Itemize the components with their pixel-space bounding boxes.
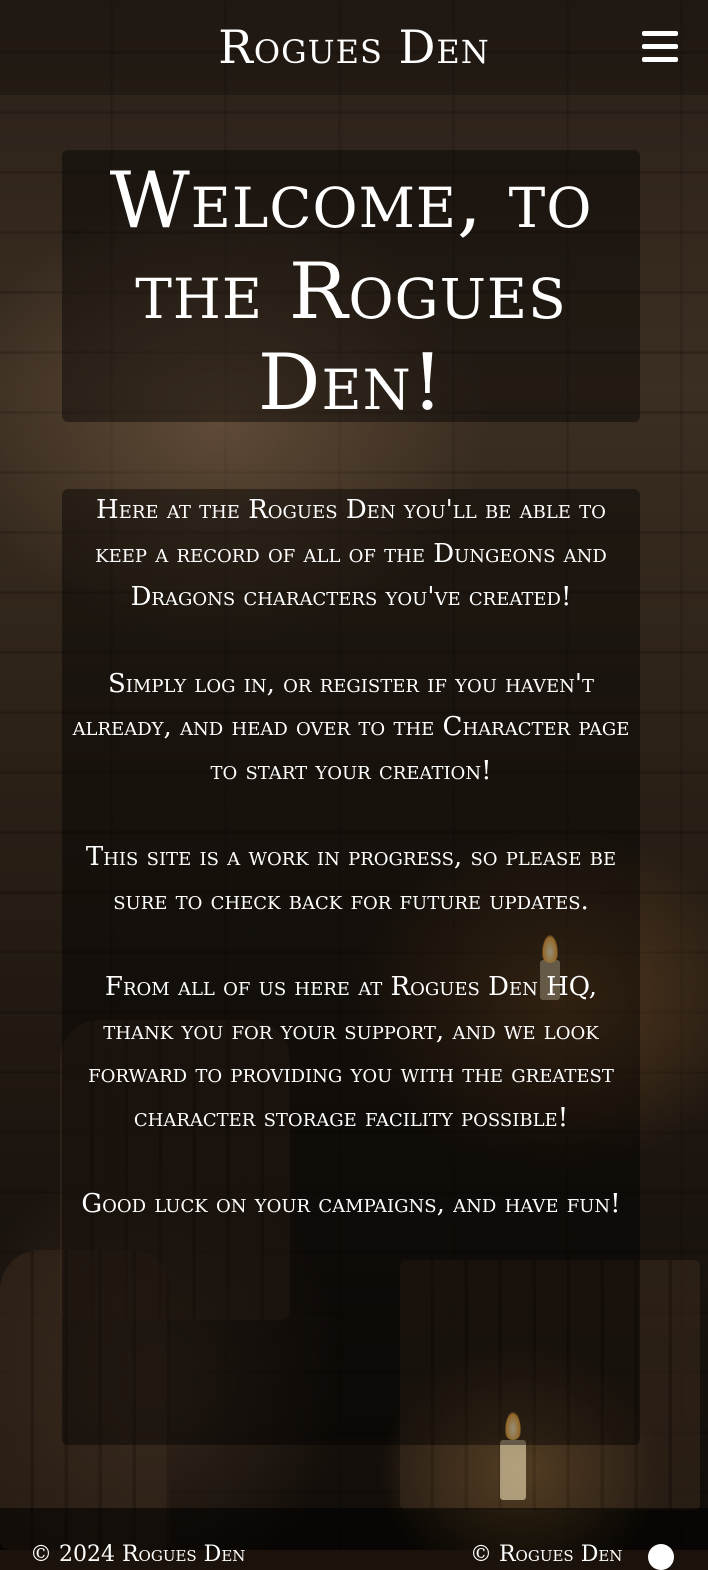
- paragraph-login: Simply log in, or register if you haven'…: [72, 668, 630, 786]
- brand-title[interactable]: Rogues Den: [0, 18, 708, 76]
- paragraph-progress: This site is a work in progress, so plea…: [85, 842, 617, 916]
- footer: © 2024 Rogues Den © Rogues Den: [0, 1508, 708, 1570]
- paragraph-goodluck: Good luck on your campaigns, and have fu…: [81, 1189, 621, 1219]
- footer-credit: © Rogues Den: [470, 1542, 623, 1567]
- paragraph-intro: Here at the Rogues Den you'll be able to…: [95, 495, 607, 612]
- candle-decoration: [500, 1440, 526, 1500]
- github-icon[interactable]: [648, 1544, 674, 1570]
- footer-copyright: © 2024 Rogues Den: [30, 1542, 246, 1567]
- hamburger-menu-icon[interactable]: [640, 29, 680, 65]
- title-panel: Welcome, to the Rogues Den!: [62, 150, 640, 428]
- top-navbar: Rogues Den: [0, 0, 708, 95]
- welcome-content-panel: Here at the Rogues Den you'll be able to…: [62, 489, 640, 1445]
- page-title: Welcome, to the Rogues Den!: [109, 156, 593, 428]
- welcome-text: Here at the Rogues Den you'll be able to…: [62, 489, 640, 1227]
- paragraph-thanks: From all of us here at Rogues Den HQ, th…: [88, 972, 614, 1133]
